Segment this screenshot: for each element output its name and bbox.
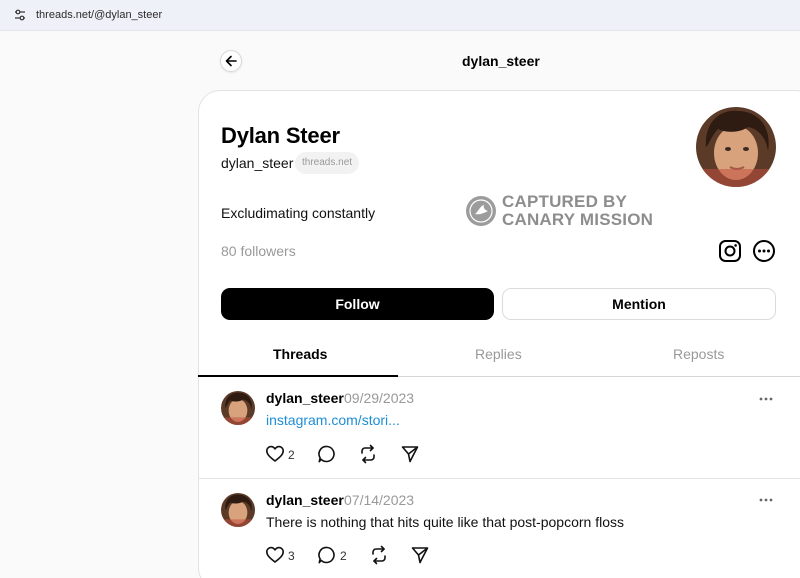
send-icon[interactable] (410, 545, 430, 565)
canary-logo-icon (466, 196, 496, 226)
ellipsis-circle-icon[interactable] (752, 239, 776, 263)
post-avatar[interactable] (221, 391, 255, 425)
watermark-line-2: CANARY MISSION (502, 210, 654, 229)
tab-threads[interactable]: Threads (273, 346, 327, 362)
post-more-icon[interactable] (758, 497, 774, 503)
profile-name: Dylan Steer (221, 123, 340, 148)
profile-handle: dylan_steer (221, 155, 294, 171)
post-more-icon[interactable] (758, 396, 774, 402)
comment-icon[interactable] (317, 545, 337, 565)
follow-button[interactable]: Follow (221, 288, 494, 320)
comment-icon[interactable] (317, 444, 337, 464)
like-count: 3 (288, 549, 295, 563)
like-count: 2 (288, 448, 295, 462)
back-button[interactable] (220, 50, 242, 72)
watermark: CAPTURED BY CANARY MISSION (466, 193, 666, 229)
followers-count[interactable]: 80 followers (221, 243, 296, 259)
heart-icon[interactable] (265, 444, 285, 464)
watermark-text: CAPTURED BY CANARY MISSION (502, 193, 653, 229)
page-title: dylan_steer (462, 53, 540, 69)
tab-reposts[interactable]: Reposts (673, 346, 724, 362)
arrow-left-icon (225, 55, 237, 67)
repost-icon[interactable] (358, 444, 378, 464)
heart-icon[interactable] (265, 545, 285, 565)
repost-icon[interactable] (369, 545, 389, 565)
instagram-icon[interactable] (718, 239, 742, 263)
post-link[interactable]: instagram.com/stori... (266, 412, 400, 428)
post-text: There is nothing that hits quite like th… (266, 514, 624, 530)
profile-avatar[interactable] (696, 107, 776, 187)
active-tab-indicator (198, 375, 398, 377)
mention-button[interactable]: Mention (502, 288, 776, 320)
browser-url-bar[interactable]: threads.net/@dylan_steer (0, 0, 800, 31)
tab-replies[interactable]: Replies (475, 346, 522, 362)
post-date: 07/14/2023 (344, 492, 415, 508)
site-settings-icon[interactable] (14, 9, 26, 21)
post-divider (198, 478, 800, 479)
profile-bio: Excludimating constantly (221, 205, 376, 221)
watermark-line-1: CAPTURED BY (502, 192, 627, 211)
post-username[interactable]: dylan_steer (266, 492, 344, 508)
send-icon[interactable] (400, 444, 420, 464)
post-username[interactable]: dylan_steer (266, 390, 344, 406)
url-text[interactable]: threads.net/@dylan_steer (36, 9, 162, 21)
post-date: 09/29/2023 (344, 390, 415, 406)
domain-badge[interactable]: threads.net (295, 152, 360, 174)
post-avatar[interactable] (221, 493, 255, 527)
reply-count: 2 (340, 549, 347, 563)
